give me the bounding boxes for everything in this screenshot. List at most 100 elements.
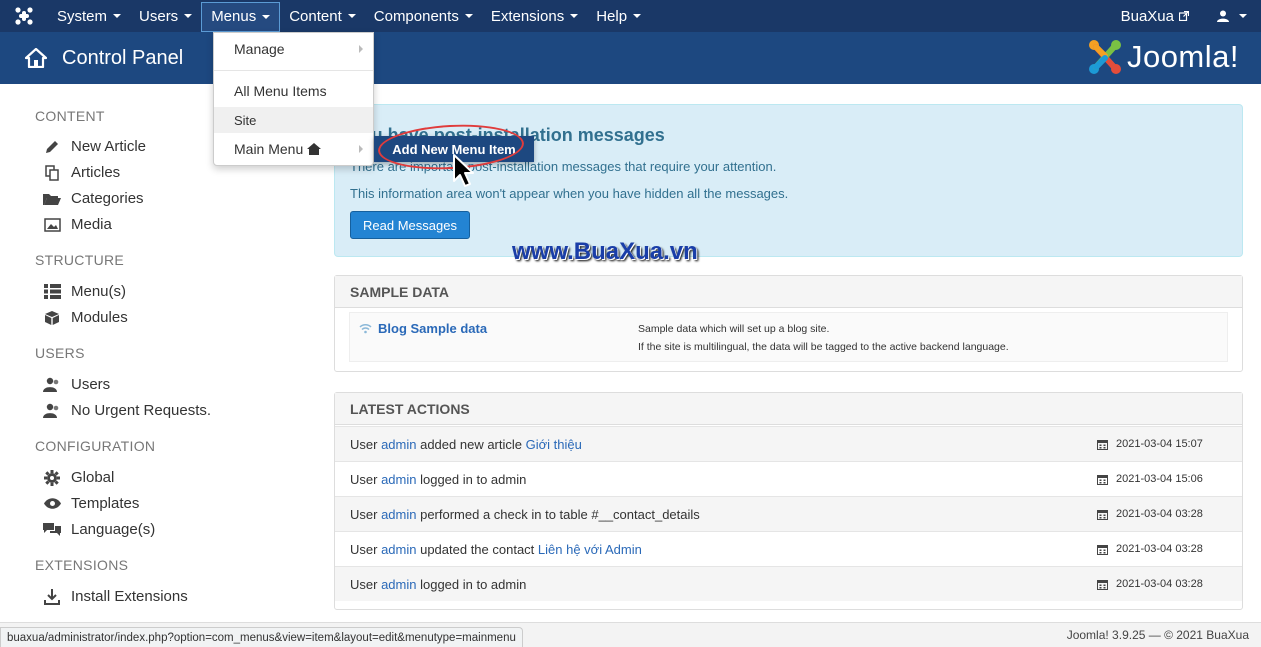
nav-label: Components bbox=[373, 7, 459, 25]
joomla-brand-icon bbox=[1088, 40, 1121, 74]
sidebar-item-global[interactable]: Global bbox=[42, 469, 114, 486]
nav-label: System bbox=[57, 7, 108, 25]
action-date: 2021-03-04 03:28 bbox=[1097, 578, 1203, 590]
caret-down-icon bbox=[570, 14, 579, 18]
sidebar-item-label: Media bbox=[71, 216, 112, 233]
users-icon bbox=[42, 403, 62, 418]
menus-dropdown: Manage All Menu Items Site Main Menu bbox=[213, 32, 374, 166]
sidebar-item-label: Modules bbox=[71, 309, 128, 326]
status-url: buaxua/administrator/index.php?option=co… bbox=[0, 627, 523, 647]
date-label: 2021-03-04 03:28 bbox=[1116, 578, 1203, 590]
user-link[interactable]: admin bbox=[381, 507, 416, 522]
calendar-icon bbox=[1097, 439, 1108, 450]
action-date: 2021-03-04 15:07 bbox=[1097, 438, 1203, 450]
nav-users[interactable]: Users bbox=[130, 0, 201, 32]
mouse-cursor-icon bbox=[453, 154, 474, 187]
eye-icon bbox=[42, 498, 62, 509]
caret-down-icon bbox=[113, 14, 122, 18]
home-icon bbox=[307, 143, 322, 155]
nav-components[interactable]: Components bbox=[365, 0, 482, 32]
action-verb: logged in to admin bbox=[416, 471, 527, 487]
user-link[interactable]: admin bbox=[381, 437, 416, 452]
read-messages-button[interactable]: Read Messages bbox=[350, 211, 470, 239]
gear-icon bbox=[42, 469, 62, 486]
caret-down-icon bbox=[347, 14, 356, 18]
sidebar-heading-extensions: EXTENSIONS bbox=[35, 557, 129, 573]
sidebar-item-languages[interactable]: Language(s) bbox=[42, 521, 155, 538]
nav-label: Content bbox=[289, 7, 342, 25]
calendar-icon bbox=[1097, 509, 1108, 520]
action-text: User admin logged in to admin bbox=[350, 472, 526, 487]
user-link[interactable]: admin bbox=[381, 542, 416, 557]
nav-user-menu[interactable] bbox=[1203, 0, 1261, 32]
object-link[interactable]: Liên hệ với Admin bbox=[538, 542, 642, 557]
joomla-brand: Joomla! bbox=[1087, 38, 1239, 76]
nav-extensions[interactable]: Extensions bbox=[482, 0, 587, 32]
page-title: Control Panel bbox=[62, 46, 184, 69]
users-icon bbox=[42, 377, 62, 392]
menu-item-manage[interactable]: Manage bbox=[214, 36, 373, 62]
action-prefix: User bbox=[350, 506, 382, 522]
sidebar-item-articles[interactable]: Articles bbox=[42, 164, 120, 181]
nav-label: Extensions bbox=[490, 7, 565, 25]
table-row: User admin performed a check in to table… bbox=[335, 496, 1242, 531]
sidebar-item-media[interactable]: Media bbox=[42, 216, 112, 233]
action-prefix: User bbox=[350, 436, 382, 452]
caret-down-icon bbox=[633, 14, 642, 18]
page-header: Control Panel Joomla! bbox=[0, 32, 1261, 84]
sidebar-item-new-article[interactable]: New Article bbox=[42, 138, 146, 155]
menu-item-all-menu-items[interactable]: All Menu Items bbox=[214, 78, 373, 104]
copy-icon bbox=[42, 164, 62, 181]
action-verb: logged in to admin bbox=[416, 576, 527, 592]
blog-sample-data-link[interactable]: Blog Sample data bbox=[378, 321, 487, 336]
table-row: User admin logged in to admin 2021-03-04 … bbox=[335, 461, 1242, 496]
brand-name: Joomla! bbox=[1126, 39, 1239, 74]
sidebar-item-users[interactable]: Users bbox=[42, 376, 110, 393]
action-date: 2021-03-04 03:28 bbox=[1097, 543, 1203, 555]
action-date: 2021-03-04 15:06 bbox=[1097, 473, 1203, 485]
sidebar-item-categories[interactable]: Categories bbox=[42, 190, 144, 207]
action-verb: updated the contact bbox=[416, 541, 538, 557]
joomla-logo-icon[interactable] bbox=[0, 0, 48, 32]
list-icon bbox=[42, 284, 62, 299]
comments-icon bbox=[42, 522, 62, 537]
object-link[interactable]: Giới thiệu bbox=[526, 437, 582, 452]
sample-desc-1: Sample data which will set up a blog sit… bbox=[638, 323, 830, 335]
action-verb: performed a check in to table #__contact… bbox=[416, 506, 700, 522]
menu-item-label: Manage bbox=[234, 41, 285, 57]
nav-content[interactable]: Content bbox=[280, 0, 365, 32]
latest-actions-panel: LATEST ACTIONS User admin added new arti… bbox=[334, 392, 1243, 610]
cube-icon bbox=[42, 310, 62, 326]
menu-item-main-menu[interactable]: Main Menu bbox=[214, 136, 373, 162]
nav-help[interactable]: Help bbox=[587, 0, 650, 32]
pencil-icon bbox=[42, 139, 62, 155]
date-label: 2021-03-04 03:28 bbox=[1116, 508, 1203, 520]
sidebar-item-modules[interactable]: Modules bbox=[42, 309, 128, 326]
menu-item-site[interactable]: Site bbox=[214, 107, 373, 133]
nav-site-link[interactable]: BuaXua bbox=[1107, 0, 1203, 32]
watermark: www.BuaXua.vn bbox=[512, 238, 698, 265]
caret-down-icon bbox=[1239, 14, 1247, 18]
sidebar-heading-content: CONTENT bbox=[35, 108, 105, 124]
date-label: 2021-03-04 15:06 bbox=[1116, 473, 1203, 485]
user-link[interactable]: admin bbox=[381, 472, 416, 487]
action-prefix: User bbox=[350, 576, 382, 592]
sidebar-item-requests[interactable]: No Urgent Requests. bbox=[42, 402, 211, 419]
table-row: User admin added new article Giới thiệu 2… bbox=[335, 426, 1242, 461]
table-row: User admin updated the contact Liên hệ v… bbox=[335, 531, 1242, 566]
action-prefix: User bbox=[350, 471, 382, 487]
nav-system[interactable]: System bbox=[48, 0, 130, 32]
sample-data-panel: SAMPLE DATA Blog Sample data Sample data… bbox=[334, 275, 1243, 372]
action-text: User admin added new article Giới thiệu bbox=[350, 437, 582, 452]
sidebar-heading-configuration: CONFIGURATION bbox=[35, 438, 156, 454]
sidebar-item-templates[interactable]: Templates bbox=[42, 495, 139, 512]
home-icon bbox=[24, 46, 48, 70]
sidebar-item-menus[interactable]: Menu(s) bbox=[42, 283, 126, 300]
calendar-icon bbox=[1097, 474, 1108, 485]
nav-menus[interactable]: Menus bbox=[201, 1, 281, 32]
sidebar-item-label: Templates bbox=[71, 495, 140, 512]
sidebar-item-install-extensions[interactable]: Install Extensions bbox=[42, 588, 188, 605]
folder-open-icon bbox=[42, 192, 62, 206]
user-link[interactable]: admin bbox=[381, 577, 416, 592]
sidebar-item-label: Users bbox=[71, 376, 111, 393]
